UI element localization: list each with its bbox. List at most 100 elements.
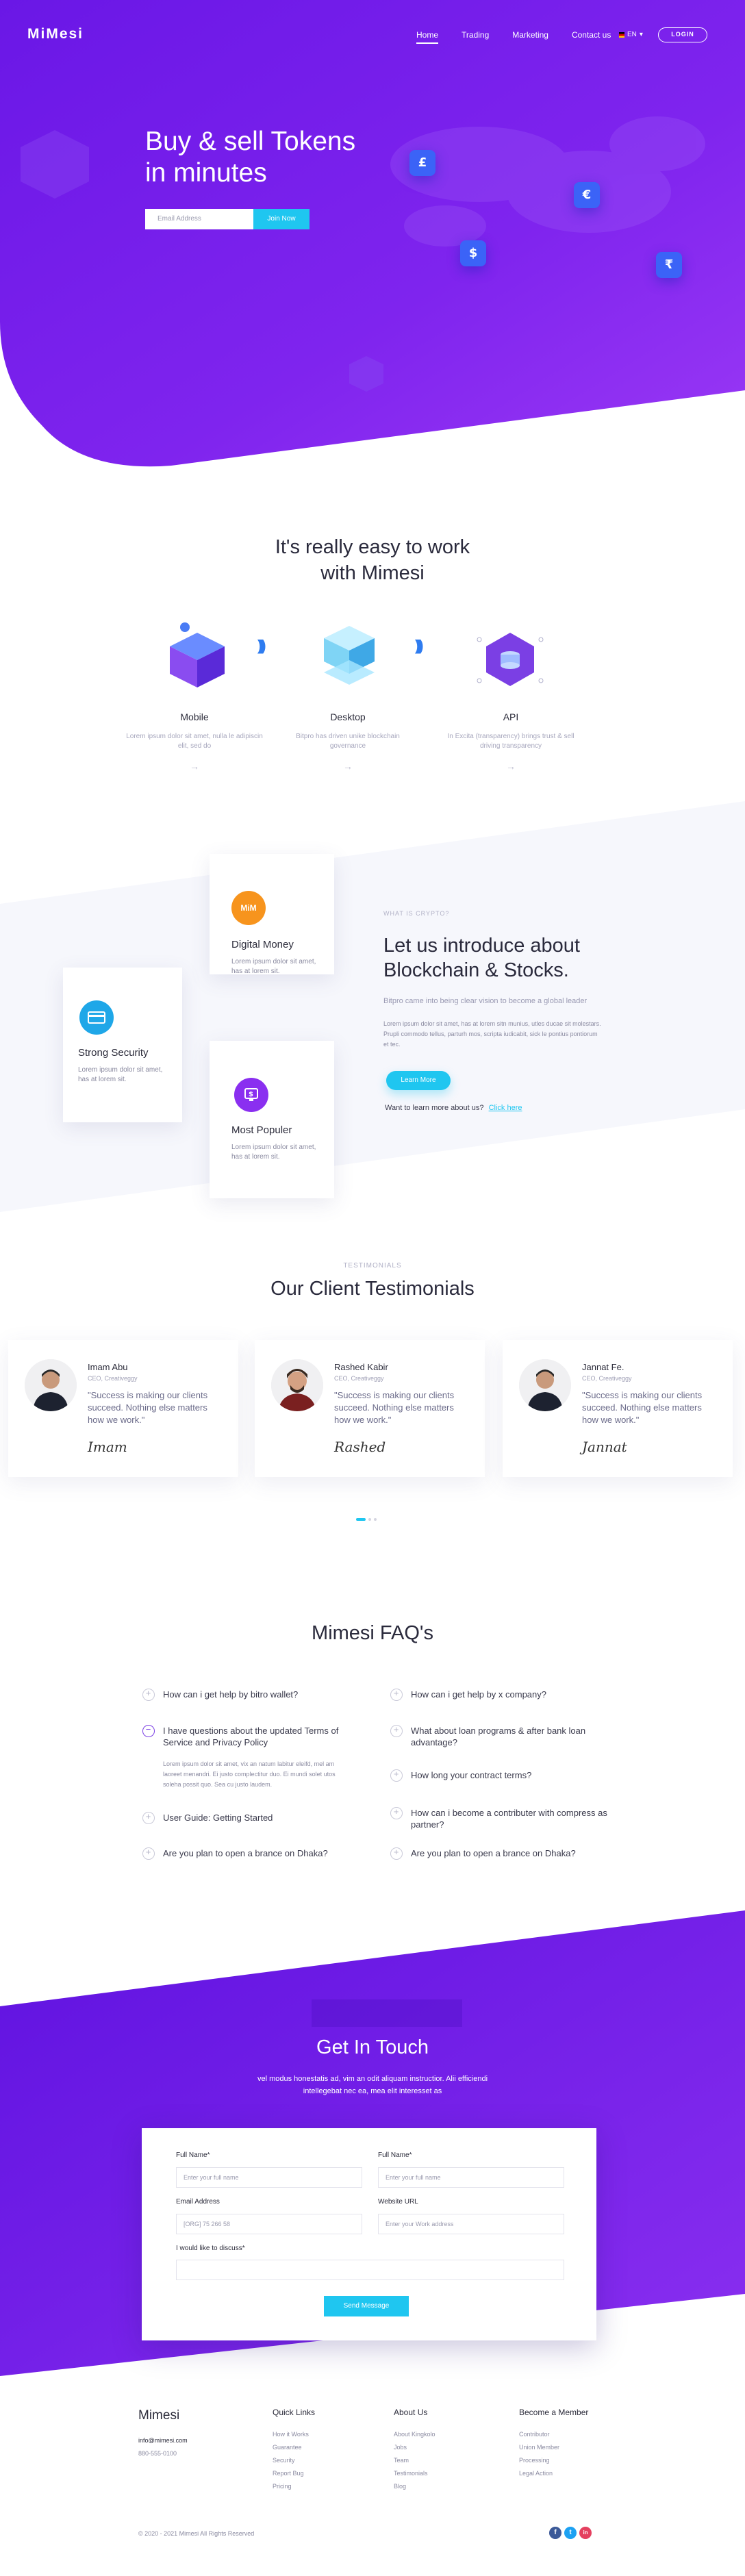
- footer-link[interactable]: Report Bug: [273, 2467, 315, 2480]
- plus-icon: [390, 1769, 403, 1782]
- brand-logo[interactable]: MiMesi: [27, 26, 84, 42]
- dollar-coin-icon: $: [460, 240, 486, 266]
- faq-item[interactable]: Are you plan to open a brance on Dhaka?: [142, 1847, 362, 1860]
- faq-question: How can i get help by x company?: [411, 1689, 546, 1700]
- api-database-icon: [477, 633, 544, 686]
- footer-link[interactable]: Jobs: [394, 2441, 435, 2454]
- footer-col-quick-links: Quick Links How it Works Guarantee Secur…: [273, 2408, 315, 2493]
- testimonial-quote: "Success is making our clients succeed. …: [582, 1390, 703, 1425]
- feature-desc: In Excita (transparency) brings trust & …: [447, 733, 574, 750]
- send-message-button[interactable]: Send Message: [324, 2296, 409, 2316]
- faq-item[interactable]: How can i get help by bitro wallet?: [142, 1688, 362, 1701]
- connector-waves-icon: ))))): [257, 637, 266, 654]
- footer-link[interactable]: Team: [394, 2454, 435, 2467]
- email-label: Email Address: [176, 2198, 220, 2206]
- nav-links: Home Trading Marketing Contact us: [416, 30, 634, 44]
- arrow-right-icon[interactable]: →: [279, 761, 416, 772]
- hero-title-line-2: in minutes: [145, 158, 267, 188]
- desktop-blocks-icon: [324, 626, 375, 685]
- nav-link-contact[interactable]: Contact us: [572, 30, 611, 44]
- footer-link[interactable]: Legal Action: [519, 2467, 588, 2480]
- feature-api: API In Excita (transparency) brings trus…: [442, 711, 579, 772]
- testimonial-card: Imam Abu CEO, Creativeggy "Success is ma…: [8, 1340, 238, 1477]
- faq-question: Are you plan to open a brance on Dhaka?: [411, 1848, 576, 1858]
- faq-item[interactable]: How long your contract terms?: [390, 1769, 609, 1782]
- faq-title: Mimesi FAQ's: [312, 1622, 433, 1644]
- signature: Imam: [88, 1439, 127, 1455]
- click-here-link[interactable]: Click here: [489, 1104, 522, 1112]
- svg-text:$: $: [249, 1091, 253, 1098]
- footer-email[interactable]: info@mimesi.com: [138, 2434, 188, 2447]
- discuss-field[interactable]: [176, 2260, 564, 2280]
- footer-link[interactable]: How it Works: [273, 2428, 315, 2441]
- login-button[interactable]: LOGIN: [658, 27, 707, 42]
- footer-link[interactable]: Pricing: [273, 2480, 315, 2493]
- hero-title-line-1: Buy & sell Tokens: [145, 127, 356, 156]
- nav-link-marketing[interactable]: Marketing: [512, 30, 548, 44]
- footer-link[interactable]: Security: [273, 2454, 315, 2467]
- card-strong-security: Strong Security Lorem ipsum dolor sit am…: [63, 968, 182, 1122]
- learn-more-button[interactable]: Learn More: [386, 1071, 451, 1090]
- faq-question: What about loan programs & after bank lo…: [411, 1726, 586, 1747]
- minus-icon: [142, 1724, 155, 1737]
- language-selector[interactable]: EN ▾: [619, 31, 643, 38]
- footer-link[interactable]: Union Member: [519, 2441, 588, 2454]
- nav-link-trading[interactable]: Trading: [462, 30, 489, 44]
- faq-item[interactable]: How can i become a contributer with comp…: [390, 1806, 609, 1830]
- avatar: [519, 1359, 571, 1411]
- email-field[interactable]: [ORG] 75 266 58: [176, 2214, 362, 2234]
- intro-title: Let us introduce about Blockchain & Stoc…: [383, 935, 580, 981]
- website-field[interactable]: Enter your Work address: [378, 2214, 564, 2234]
- footer-link[interactable]: Testimonials: [394, 2467, 435, 2480]
- easy-section-title: It's really easy to work with Mimesi: [0, 534, 745, 586]
- join-now-button[interactable]: Join Now: [253, 209, 310, 229]
- testimonial-name: Rashed Kabir: [334, 1362, 388, 1372]
- carousel-dot-active[interactable]: [356, 1518, 366, 1521]
- footer-phone: 880-555-0100: [138, 2450, 177, 2457]
- card-digital-money: MiM Digital Money Lorem ipsum dolor sit …: [210, 854, 334, 975]
- footer-link[interactable]: Guarantee: [273, 2441, 315, 2454]
- website-label: Website URL: [378, 2198, 418, 2206]
- faq-item[interactable]: What about loan programs & after bank lo…: [390, 1724, 609, 1748]
- faq-item[interactable]: Are you plan to open a brance on Dhaka?: [390, 1847, 609, 1860]
- full-name-field-2[interactable]: Enter your full name: [378, 2167, 564, 2188]
- feature-desc: Bitpro has driven unike blockchain gover…: [296, 733, 400, 750]
- nav-link-home[interactable]: Home: [416, 30, 439, 44]
- learn-more-line: Want to learn more about us? Click here: [385, 1104, 522, 1112]
- footer-link[interactable]: About Kingkolo: [394, 2428, 435, 2441]
- testimonials-eyebrow: TESTIMONIALS: [343, 1262, 402, 1270]
- instagram-icon[interactable]: in: [579, 2527, 592, 2539]
- footer-link[interactable]: Blog: [394, 2480, 435, 2493]
- facebook-icon[interactable]: f: [549, 2527, 561, 2539]
- arrow-right-icon[interactable]: →: [126, 761, 263, 772]
- faq-item[interactable]: User Guide: Getting Started: [142, 1811, 362, 1824]
- full-name-field[interactable]: Enter your full name: [176, 2167, 362, 2188]
- connector-waves-icon: ))))): [415, 637, 423, 654]
- signature: Rashed: [334, 1439, 386, 1455]
- twitter-icon[interactable]: t: [564, 2527, 577, 2539]
- testimonial-role: CEO, Creativeggy: [582, 1375, 632, 1382]
- language-label: EN: [627, 31, 637, 38]
- footer-col-member: Become a Member Contributor Union Member…: [519, 2408, 588, 2480]
- faq-item[interactable]: How can i get help by x company?: [390, 1688, 609, 1701]
- faq-item-open[interactable]: I have questions about the updated Terms…: [142, 1724, 362, 1748]
- avatar: [271, 1359, 323, 1411]
- footer-link[interactable]: Processing: [519, 2454, 588, 2467]
- signature: Jannat: [582, 1439, 627, 1455]
- email-input[interactable]: Email Address: [145, 209, 253, 229]
- footer-brand: Mimesi: [138, 2408, 180, 2423]
- carousel-dot[interactable]: [374, 1518, 377, 1521]
- hero-title: Buy & sell Tokens in minutes: [145, 126, 355, 189]
- testimonial-quote: "Success is making our clients succeed. …: [334, 1390, 455, 1425]
- chevron-down-icon: ▾: [639, 31, 643, 38]
- intro-body: Lorem ipsum dolor sit amet, has at lorem…: [383, 1020, 601, 1048]
- footer-link[interactable]: Contributor: [519, 2428, 588, 2441]
- carousel-dot[interactable]: [368, 1518, 371, 1521]
- plus-icon: [390, 1688, 403, 1701]
- faq-question: How can i get help by bitro wallet?: [163, 1689, 299, 1700]
- plus-icon: [390, 1806, 403, 1819]
- hero-section: [0, 0, 745, 472]
- plus-icon: [390, 1724, 403, 1737]
- card-most-populer: $ Most Populer Lorem ipsum dolor sit ame…: [210, 1041, 334, 1198]
- arrow-right-icon[interactable]: →: [442, 761, 579, 772]
